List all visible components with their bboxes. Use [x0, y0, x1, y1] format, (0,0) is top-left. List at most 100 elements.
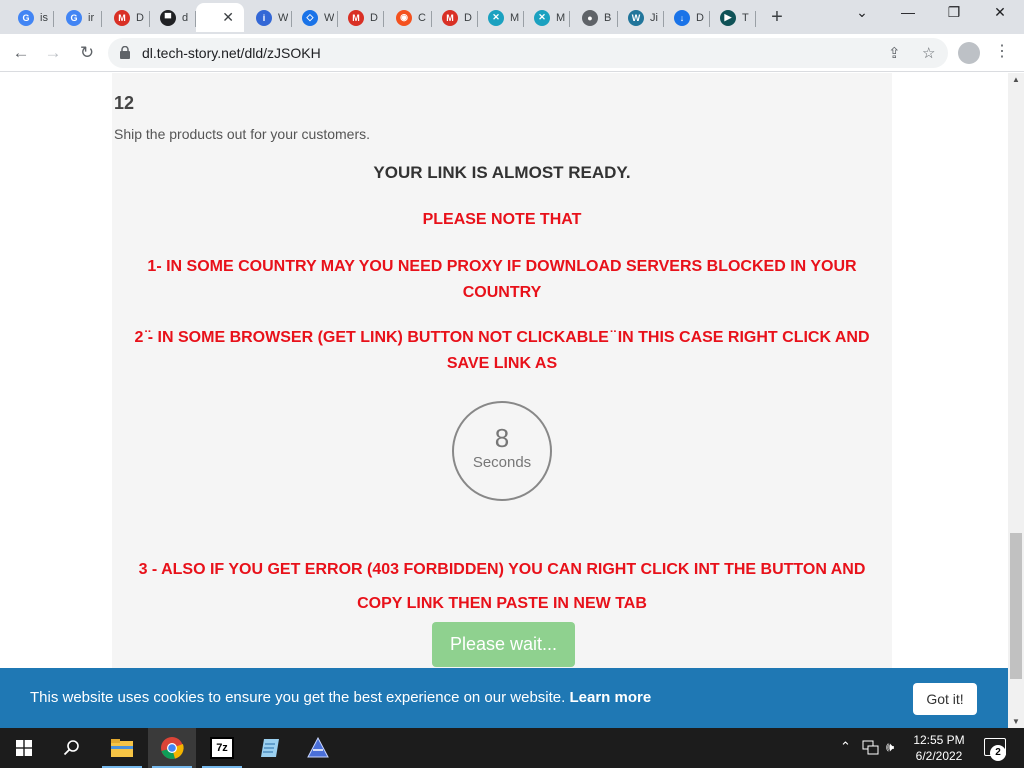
browser-tab[interactable]: iW — [246, 3, 292, 32]
cookie-text: This website uses cookies to ensure you … — [30, 689, 566, 706]
chevron-down-icon[interactable]: ⌄ — [850, 4, 874, 21]
forward-icon[interactable]: → — [42, 42, 64, 64]
tab-active[interactable]: ✕ — [196, 3, 244, 32]
page-scrollbar[interactable]: ▲ ▼ — [1008, 73, 1024, 728]
volume-icon[interactable]: 🕪 — [886, 739, 894, 755]
tab-title: M — [556, 11, 566, 24]
tab-title: B — [604, 11, 612, 24]
tab-title: T — [742, 11, 749, 24]
scrollbar-thumb[interactable] — [1010, 533, 1022, 679]
system-clock[interactable]: 12:55 PM 6/2/2022 — [908, 732, 970, 764]
tab-separator — [755, 11, 756, 27]
tab-favicon-icon: ● — [582, 9, 598, 26]
browser-tab[interactable]: MD — [432, 3, 478, 32]
tab-favicon-icon: M — [348, 9, 364, 26]
notifications-count: 2 — [990, 745, 1006, 761]
got-it-button[interactable]: Got it! — [913, 683, 977, 715]
taskbar-chrome[interactable] — [148, 728, 196, 768]
taskbar-7zip[interactable]: 7z — [198, 728, 246, 768]
browser-tab[interactable]: ▀ d — [150, 3, 196, 32]
tab-strip: Gis Gir M D ▀ d ✕ i W ◇ W M D ◉ C M D ✕ M ✕ M ● B W Ji ↓ D ▶ T + ⌄ — ❐ ✕ — [0, 0, 1024, 34]
note-forbidden-line1: 3 - ALSO IF YOU GET ERROR (403 FORBIDDEN… — [138, 561, 866, 578]
menu-dots-icon[interactable]: ⋮ — [994, 41, 1010, 61]
tab-favicon-icon: ✕ — [488, 9, 504, 26]
browser-tab[interactable]: ◉ C — [386, 3, 432, 32]
clock-time: 12:55 PM — [913, 733, 965, 747]
tab-title: d — [182, 11, 189, 24]
please-wait-button[interactable]: Please wait... — [432, 622, 575, 667]
browser-tab[interactable]: Gir — [56, 3, 102, 32]
tab-title: W — [324, 11, 334, 24]
new-tab-button[interactable]: + — [766, 6, 788, 29]
tab-title: D — [136, 11, 144, 24]
close-window-icon[interactable]: ✕ — [988, 4, 1012, 21]
reload-icon[interactable]: ↻ — [76, 42, 98, 64]
browser-tab[interactable]: ✕ M — [524, 3, 570, 32]
restore-icon[interactable]: ❐ — [942, 4, 966, 21]
tab-favicon-icon: ◇ — [302, 9, 318, 26]
taskbar-app[interactable] — [294, 728, 342, 768]
browser-tab[interactable]: Gis — [8, 3, 54, 32]
browser-tab[interactable]: ↓ D — [664, 3, 710, 32]
close-tab-icon[interactable]: ✕ — [222, 9, 234, 26]
tab-separator — [383, 11, 384, 27]
search-button[interactable] — [48, 728, 96, 768]
countdown-timer: 8 Seconds — [452, 401, 552, 501]
lock-icon — [120, 46, 130, 59]
windows-logo-icon — [16, 740, 32, 756]
tab-separator — [101, 11, 102, 27]
browser-tab[interactable]: MD — [338, 3, 384, 32]
search-icon — [63, 740, 79, 756]
network-icon[interactable] — [862, 740, 880, 756]
start-button[interactable] — [0, 728, 48, 768]
browser-tab[interactable]: ◇ W — [292, 3, 338, 32]
cookie-banner: This website uses cookies to ensure you … — [0, 668, 1008, 728]
browser-tab[interactable]: MD — [104, 3, 150, 32]
step-number: 12 — [114, 93, 135, 113]
scroll-up-arrow-icon[interactable]: ▲ — [1012, 75, 1020, 84]
tab-separator — [53, 11, 54, 27]
taskbar-notepad[interactable] — [246, 728, 294, 768]
note-browser: 2 ̈- IN SOME BROWSER (GET LINK) BUTTON N… — [134, 329, 870, 372]
clock-date: 6/2/2022 — [915, 749, 963, 763]
chrome-icon — [161, 737, 184, 759]
share-icon[interactable]: ⇪ — [888, 44, 901, 62]
tab-favicon-icon: G — [66, 9, 82, 26]
scroll-down-arrow-icon[interactable]: ▼ — [1012, 717, 1020, 726]
tab-title: W — [278, 11, 288, 24]
countdown-label: Seconds — [472, 454, 532, 471]
browser-tab[interactable]: W Ji — [618, 3, 664, 32]
cookie-message: This website uses cookies to ensure you … — [30, 689, 651, 706]
tab-favicon-icon: ▀ — [160, 9, 176, 26]
content-panel: 12 Ship the products out for your custom… — [112, 73, 892, 728]
step-description: Ship the products out for your customers… — [114, 126, 371, 142]
minimize-icon[interactable]: — — [896, 4, 920, 20]
browser-tab[interactable]: ✕ M — [478, 3, 524, 32]
tab-favicon-icon: G — [18, 9, 34, 26]
tab-favicon-icon: ✕ — [534, 9, 550, 26]
web-page: 12 Ship the products out for your custom… — [0, 73, 1008, 728]
tray-chevron-up-icon[interactable]: ⌃ — [840, 739, 851, 755]
note-title: PLEASE NOTE THAT — [422, 211, 582, 228]
address-bar[interactable]: dl.tech-story.net/dld/zJSOKH ⇪ ☆ — [108, 38, 948, 68]
app-triangle-icon — [307, 737, 329, 758]
tab-favicon-icon: M — [114, 9, 130, 26]
browser-tab[interactable]: ▶ T — [710, 3, 756, 32]
tab-title: C — [418, 11, 426, 24]
tab-title: Ji — [650, 11, 658, 24]
tab-separator — [569, 11, 570, 27]
note-proxy: 1- IN SOME COUNTRY MAY YOU NEED PROXY IF… — [147, 258, 857, 301]
tab-title: D — [370, 11, 378, 24]
back-icon[interactable]: ← — [10, 42, 32, 64]
bookmark-star-icon[interactable]: ☆ — [922, 44, 935, 62]
tab-favicon-icon: i — [256, 9, 272, 26]
url-text: dl.tech-story.net/dld/zJSOKH — [142, 45, 321, 61]
browser-tab[interactable]: ● B — [572, 3, 618, 32]
tab-favicon-icon: M — [442, 9, 458, 26]
tab-title: M — [510, 11, 520, 24]
learn-more-link[interactable]: Learn more — [569, 689, 651, 706]
windows-taskbar: 7z ⌃ 🕪 12:55 PM 6/2/2022 2 — [0, 728, 1024, 768]
profile-avatar[interactable] — [958, 42, 980, 64]
tab-title: ir — [88, 11, 95, 24]
taskbar-file-explorer[interactable] — [98, 728, 146, 768]
